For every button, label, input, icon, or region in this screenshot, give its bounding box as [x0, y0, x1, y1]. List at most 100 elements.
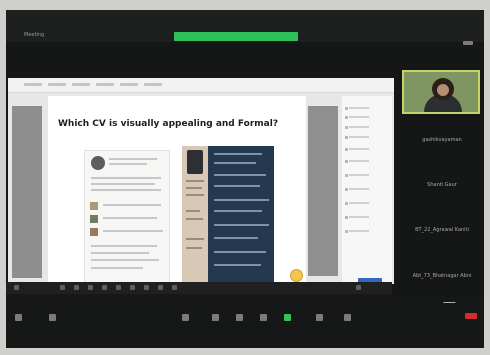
panel-line — [349, 160, 369, 162]
cv-text-line — [214, 174, 266, 176]
screen-share-banner[interactable] — [174, 32, 298, 41]
checkbox[interactable] — [345, 174, 348, 177]
cv-text-line — [186, 194, 204, 196]
view-options-icon[interactable] — [463, 41, 473, 45]
cv-text-line — [214, 251, 266, 253]
checkbox[interactable] — [345, 216, 348, 219]
cv-photo — [91, 156, 105, 170]
cv-option-two — [182, 146, 274, 282]
cv-text-line — [214, 199, 269, 201]
participant-name-4: Abt_73_Bhatnagar Abni — [412, 273, 472, 279]
start-icon[interactable] — [14, 285, 19, 290]
cv-text-line — [91, 267, 143, 269]
camera-icon[interactable] — [49, 314, 56, 321]
checkbox[interactable] — [345, 202, 348, 205]
toolbar-item[interactable] — [48, 83, 66, 86]
toolbar-item[interactable] — [120, 83, 138, 86]
panel-line — [349, 230, 369, 232]
microphone-icon[interactable] — [15, 314, 22, 321]
cv-text-line — [214, 264, 261, 266]
slide-thumbnail-pane — [12, 106, 42, 278]
meeting-screen: Meeting Which CV is visually appealing a… — [6, 10, 484, 348]
taskbar-app-icon[interactable] — [60, 285, 65, 290]
slide-title: Which CV is visually appealing and Forma… — [58, 119, 279, 129]
toolbar-item[interactable] — [24, 83, 42, 86]
checkbox[interactable] — [345, 136, 348, 139]
toolbar-item[interactable] — [72, 83, 90, 86]
taskbar-app-icon[interactable] — [144, 285, 149, 290]
cv-text-line — [214, 162, 256, 164]
cv-text-line — [186, 247, 202, 249]
chevron-icon[interactable] — [440, 298, 456, 303]
cv-text-line — [91, 259, 159, 261]
security-icon[interactable] — [182, 314, 189, 321]
panel-line — [349, 116, 369, 118]
cv-text-line — [214, 224, 269, 226]
cv-photo — [187, 150, 203, 174]
checkbox[interactable] — [345, 126, 348, 129]
checkbox[interactable] — [345, 160, 348, 163]
taskbar-app-icon[interactable] — [130, 285, 135, 290]
meeting-controls — [6, 294, 484, 348]
presentation-slide: Which CV is visually appealing and Forma… — [48, 96, 306, 284]
checkbox[interactable] — [345, 230, 348, 233]
record-icon[interactable] — [260, 314, 267, 321]
panel-line — [349, 107, 369, 109]
cv-text-line — [91, 183, 155, 185]
participant-panel: gashikvayaman Shanti Gaur BT_22_Agrawal … — [398, 70, 484, 320]
cv-text-line — [214, 210, 262, 212]
chat-icon[interactable] — [236, 314, 243, 321]
taskbar-app-icon[interactable] — [88, 285, 93, 290]
participants-icon[interactable] — [212, 314, 219, 321]
participant-name-2: Shanti Gaur — [427, 182, 457, 188]
end-meeting-icon[interactable] — [465, 313, 477, 319]
meeting-name: Meeting — [24, 32, 45, 38]
cv-text-line — [214, 185, 260, 187]
cv-section-marker — [90, 228, 98, 236]
system-tray-icon[interactable] — [356, 285, 361, 290]
cv-text-line — [103, 204, 161, 206]
participant-name-1: gashikvayaman — [422, 137, 462, 143]
share-screen-icon[interactable] — [284, 314, 291, 321]
cv-text-line — [186, 180, 204, 182]
checkbox[interactable] — [345, 107, 348, 110]
participant-name-3: BT_22_Agrawal Kaniti — [415, 227, 469, 233]
cv-text-line — [91, 177, 161, 179]
panel-line — [349, 216, 369, 218]
toolbar-item[interactable] — [144, 83, 162, 86]
taskbar-app-icon[interactable] — [158, 285, 163, 290]
more-icon[interactable] — [344, 314, 351, 321]
cv-section-marker — [90, 215, 98, 223]
panel-line — [349, 202, 369, 204]
cv-text-line — [214, 153, 262, 155]
active-speaker-video[interactable] — [402, 70, 480, 114]
panel-line — [349, 126, 369, 128]
cv-text-line — [91, 189, 161, 191]
checkbox[interactable] — [345, 188, 348, 191]
checkbox[interactable] — [345, 116, 348, 119]
cv-text-line — [186, 187, 202, 189]
cv-section-marker — [90, 202, 98, 210]
cv-text-line — [103, 217, 157, 219]
participant-face — [437, 84, 449, 96]
taskbar-app-icon[interactable] — [74, 285, 79, 290]
top-bar: Meeting — [6, 10, 484, 45]
panel-line — [349, 188, 369, 190]
cv-text-line — [186, 210, 200, 212]
windows-taskbar — [6, 282, 392, 294]
taskbar-app-icon[interactable] — [116, 285, 121, 290]
cv-option-one — [84, 150, 170, 284]
reactions-icon[interactable] — [316, 314, 323, 321]
format-panel — [342, 96, 392, 284]
app-toolbar — [8, 78, 394, 93]
checkbox[interactable] — [345, 148, 348, 151]
toolbar-item[interactable] — [96, 83, 114, 86]
taskbar-app-icon[interactable] — [102, 285, 107, 290]
reaction-emoji-icon — [290, 269, 303, 282]
taskbar-app-icon[interactable] — [172, 285, 177, 290]
panel-line — [349, 148, 369, 150]
panel-line — [349, 174, 369, 176]
cv-text-line — [186, 238, 204, 240]
cv-text-line — [103, 230, 163, 232]
cv-text-line — [214, 237, 258, 239]
